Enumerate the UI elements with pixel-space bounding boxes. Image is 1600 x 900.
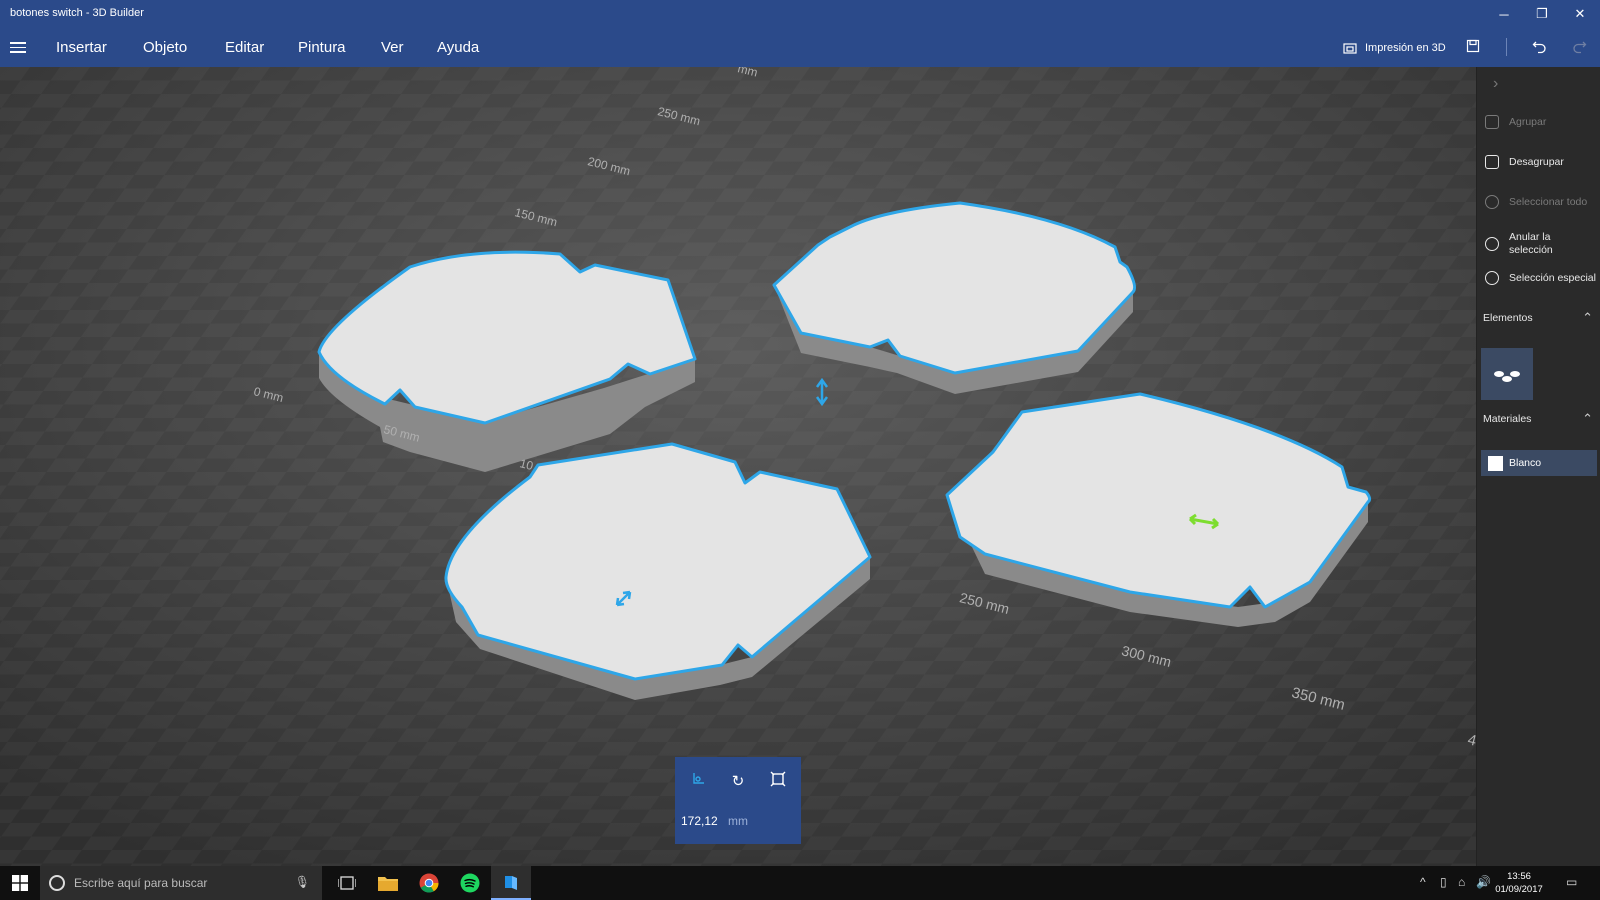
group-label: Agrupar	[1509, 115, 1547, 128]
system-clock[interactable]: 13:56 01/09/2017	[1487, 870, 1551, 896]
rotate-icon: ↻	[731, 773, 745, 790]
undo-icon	[1532, 41, 1546, 54]
3d-builder-taskbar-button[interactable]	[491, 866, 531, 900]
3d-builder-icon	[505, 876, 517, 890]
dimension-value[interactable]: 172,12	[681, 814, 718, 828]
hamburger-menu-icon[interactable]	[10, 39, 26, 55]
menu-editar[interactable]: Editar	[225, 39, 264, 56]
notifications-icon[interactable]: ▭	[1566, 875, 1577, 889]
title-bar: botones switch - 3D Builder ─ ❐ ✕	[0, 0, 1600, 28]
minimize-button[interactable]: ─	[1485, 0, 1523, 28]
tray-overflow-chevron-icon[interactable]: ^	[1420, 875, 1426, 889]
dimension-unit: mm	[728, 814, 748, 828]
element-thumbnail[interactable]	[1481, 348, 1533, 400]
taskbar-search[interactable]: Escribe aquí para buscar 🎙	[40, 866, 322, 900]
window-title: botones switch - 3D Builder	[10, 7, 144, 19]
save-icon	[1466, 39, 1479, 53]
task-view-icon	[338, 876, 356, 890]
select-all-action[interactable]: Seleccionar todo	[1485, 195, 1597, 209]
print-3d-button[interactable]: Impresión en 3D	[1343, 41, 1446, 55]
chrome-button[interactable]	[409, 866, 449, 900]
menu-pintura[interactable]: Pintura	[298, 39, 346, 56]
3d-viewport[interactable]: mm 250 mm 200 mm 150 mm 0 mm 50 mm 10 25…	[0, 67, 1476, 866]
undo-button[interactable]	[1531, 39, 1547, 55]
move-mode-button[interactable]	[687, 771, 709, 793]
task-view-button[interactable]	[327, 866, 367, 900]
network-icon[interactable]: ⌂	[1458, 875, 1465, 889]
special-selection-icon	[1485, 271, 1499, 285]
ungroup-action[interactable]: Desagrupar	[1485, 155, 1597, 169]
microphone-icon[interactable]: 🎙	[295, 875, 310, 889]
clock-date: 01/09/2017	[1495, 884, 1543, 895]
materials-section-header[interactable]: Materiales ⌃	[1477, 407, 1600, 433]
menu-objeto[interactable]: Objeto	[143, 39, 187, 56]
group-icon	[1485, 115, 1499, 129]
start-button[interactable]	[0, 866, 40, 900]
menu-insertar[interactable]: Insertar	[56, 39, 107, 56]
close-icon: ✕	[1574, 6, 1586, 21]
material-name: Blanco	[1509, 457, 1542, 469]
redo-button[interactable]	[1571, 39, 1587, 55]
save-button[interactable]	[1465, 39, 1481, 55]
deselect-label: Anular la selección	[1509, 231, 1553, 256]
move-icon	[693, 773, 704, 784]
object-group-thumbnail-icon	[1494, 371, 1520, 382]
select-all-label: Seleccionar todo	[1509, 195, 1588, 208]
special-selection-label: Selección especial	[1509, 271, 1596, 284]
redo-icon	[1572, 41, 1586, 54]
scale-icon	[770, 771, 786, 787]
close-button[interactable]: ✕	[1561, 0, 1599, 28]
menu-bar: Insertar Objeto Editar Pintura Ver Ayuda…	[0, 28, 1600, 67]
chrome-icon	[419, 873, 439, 893]
group-action[interactable]: Agrupar	[1485, 115, 1597, 129]
print-3d-label: Impresión en 3D	[1365, 42, 1446, 54]
material-item[interactable]: Blanco	[1481, 450, 1597, 476]
select-all-icon	[1485, 195, 1499, 209]
usb-icon[interactable]: ▯	[1440, 875, 1447, 889]
taskbar: Escribe aquí para buscar 🎙 ^ ▯ ⌂ 🔊 13:56…	[0, 866, 1600, 900]
windows-logo-icon	[12, 875, 28, 891]
cortana-icon	[49, 875, 65, 891]
minimize-icon: ─	[1499, 6, 1509, 22]
file-explorer-button[interactable]	[368, 866, 408, 900]
printer-icon	[1343, 43, 1357, 54]
clock-time: 13:56	[1507, 871, 1531, 882]
ungroup-icon	[1485, 155, 1499, 169]
search-placeholder: Escribe aquí para buscar	[74, 876, 208, 890]
special-selection-action[interactable]: Selección especial	[1485, 271, 1597, 285]
ungroup-label: Desagrupar	[1509, 155, 1564, 168]
collapse-panel-chevron-icon[interactable]: ›	[1493, 75, 1498, 93]
materials-title: Materiales	[1483, 413, 1532, 425]
rotate-mode-button[interactable]: ↻	[727, 771, 749, 793]
toolbar-divider	[1506, 38, 1507, 56]
restore-icon: ❐	[1536, 6, 1548, 21]
menu-ayuda[interactable]: Ayuda	[437, 39, 479, 56]
elements-section-header[interactable]: Elementos ⌃	[1477, 306, 1600, 332]
menu-ver[interactable]: Ver	[381, 39, 404, 56]
spotify-icon	[460, 873, 480, 893]
app-window: botones switch - 3D Builder ─ ❐ ✕ Insert…	[0, 0, 1600, 900]
folder-icon	[378, 877, 398, 891]
chevron-up-icon: ⌃	[1582, 411, 1593, 426]
chevron-up-icon: ⌃	[1582, 310, 1593, 325]
elements-title: Elementos	[1483, 312, 1533, 324]
side-panel: › Agrupar Desagrupar Seleccionar todo An…	[1476, 67, 1600, 866]
material-swatch	[1488, 456, 1503, 471]
scene-canvas	[0, 67, 1476, 866]
spotify-button[interactable]	[450, 866, 490, 900]
deselect-action[interactable]: Anular la selección	[1485, 231, 1597, 257]
deselect-icon	[1485, 237, 1499, 251]
transform-panel: ↻ 172,12 mm	[675, 757, 801, 844]
scale-mode-button[interactable]	[767, 771, 789, 793]
restore-button[interactable]: ❐	[1523, 0, 1561, 28]
